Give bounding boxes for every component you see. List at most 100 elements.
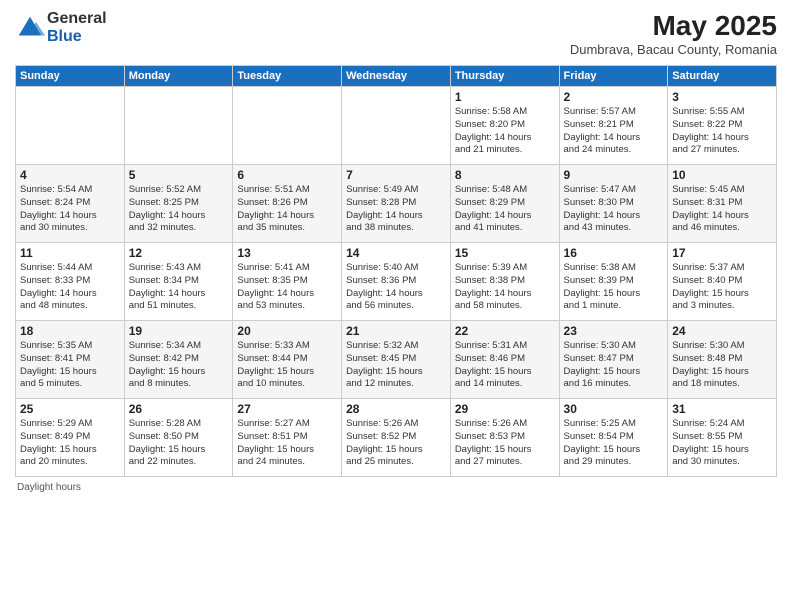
- calendar-week-0: 1Sunrise: 5:58 AM Sunset: 8:20 PM Daylig…: [16, 87, 777, 165]
- day-number: 4: [20, 168, 120, 182]
- calendar-cell: 16 Sunrise: 5:38 AM Sunset: 8:39 PM Dayli…: [559, 243, 668, 321]
- page: General Blue May 2025 Dumbrava, Bacau Co…: [0, 0, 792, 612]
- calendar-week-2: 11Sunrise: 5:44 AM Sunset: 8:33 PM Dayli…: [16, 243, 777, 321]
- col-thursday: Thursday: [450, 66, 559, 87]
- calendar-cell: 17 Sunrise: 5:37 AM Sunset: 8:40 PM Dayli…: [668, 243, 777, 321]
- calendar-cell: 24 Sunrise: 5:30 AM Sunset: 8:48 PM Dayli…: [668, 321, 777, 399]
- day-number: 19: [129, 324, 229, 338]
- day-number: 18: [20, 324, 120, 338]
- col-friday: Friday: [559, 66, 668, 87]
- day-info: Sunrise: 5:54 AM Sunset: 8:24 PM Dayligh…: [20, 184, 120, 235]
- day-number: 28: [346, 402, 446, 416]
- day-number: 29: [455, 402, 555, 416]
- day-number: 14: [346, 246, 446, 260]
- day-number: 17: [672, 246, 772, 260]
- calendar-cell: 9Sunrise: 5:47 AM Sunset: 8:30 PM Daylig…: [559, 165, 668, 243]
- calendar-cell: 26Sunrise: 5:28 AM Sunset: 8:50 PM Dayli…: [124, 399, 233, 477]
- day-info: Sunrise: 5:38 AM Sunset: 8:39 PM Dayligh…: [564, 262, 664, 313]
- day-number: 26: [129, 402, 229, 416]
- day-info: Sunrise: 5:49 AM Sunset: 8:28 PM Dayligh…: [346, 184, 446, 235]
- calendar-week-3: 18 Sunrise: 5:35 AM Sunset: 8:41 PM Dayli…: [16, 321, 777, 399]
- calendar-cell: 22 Sunrise: 5:31 AM Sunset: 8:46 PM Dayli…: [450, 321, 559, 399]
- calendar-cell: 30Sunrise: 5:25 AM Sunset: 8:54 PM Dayli…: [559, 399, 668, 477]
- header: General Blue May 2025 Dumbrava, Bacau Co…: [15, 10, 777, 57]
- day-info: Sunrise: 5:29 AM Sunset: 8:49 PM Dayligh…: [20, 418, 120, 469]
- day-info: Sunrise: 5:41 AM Sunset: 8:35 PM Dayligh…: [237, 262, 337, 313]
- calendar-week-1: 4 Sunrise: 5:54 AM Sunset: 8:24 PM Daylig…: [16, 165, 777, 243]
- day-number: 22: [455, 324, 555, 338]
- day-info: Sunrise: 5:34 AM Sunset: 8:42 PM Dayligh…: [129, 340, 229, 391]
- day-number: 25: [20, 402, 120, 416]
- day-info: Sunrise: 5:35 AM Sunset: 8:41 PM Dayligh…: [20, 340, 120, 391]
- logo-general: General: [47, 10, 107, 28]
- day-number: 12: [129, 246, 229, 260]
- calendar-cell: 19 Sunrise: 5:34 AM Sunset: 8:42 PM Dayli…: [124, 321, 233, 399]
- day-info: Sunrise: 5:30 AM Sunset: 8:48 PM Dayligh…: [672, 340, 772, 391]
- calendar-cell: 8 Sunrise: 5:48 AM Sunset: 8:29 PM Daylig…: [450, 165, 559, 243]
- day-number: 24: [672, 324, 772, 338]
- day-number: 11: [20, 246, 120, 260]
- day-info: Sunrise: 5:32 AM Sunset: 8:45 PM Dayligh…: [346, 340, 446, 391]
- logo-text: General Blue: [47, 10, 107, 45]
- calendar-cell: [342, 87, 451, 165]
- day-number: 8: [455, 168, 555, 182]
- logo-blue: Blue: [47, 28, 107, 46]
- calendar-cell: 5Sunrise: 5:52 AM Sunset: 8:25 PM Daylig…: [124, 165, 233, 243]
- day-number: 1: [455, 90, 555, 104]
- day-info: Sunrise: 5:55 AM Sunset: 8:22 PM Dayligh…: [672, 106, 772, 157]
- calendar-cell: [16, 87, 125, 165]
- day-number: 6: [237, 168, 337, 182]
- calendar-cell: 11Sunrise: 5:44 AM Sunset: 8:33 PM Dayli…: [16, 243, 125, 321]
- day-info: Sunrise: 5:40 AM Sunset: 8:36 PM Dayligh…: [346, 262, 446, 313]
- day-number: 15: [455, 246, 555, 260]
- calendar-week-4: 25 Sunrise: 5:29 AM Sunset: 8:49 PM Dayli…: [16, 399, 777, 477]
- calendar-cell: 21Sunrise: 5:32 AM Sunset: 8:45 PM Dayli…: [342, 321, 451, 399]
- day-info: Sunrise: 5:48 AM Sunset: 8:29 PM Dayligh…: [455, 184, 555, 235]
- day-info: Sunrise: 5:45 AM Sunset: 8:31 PM Dayligh…: [672, 184, 772, 235]
- day-info: Sunrise: 5:33 AM Sunset: 8:44 PM Dayligh…: [237, 340, 337, 391]
- logo-icon: [15, 13, 45, 43]
- col-saturday: Saturday: [668, 66, 777, 87]
- day-info: Sunrise: 5:31 AM Sunset: 8:46 PM Dayligh…: [455, 340, 555, 391]
- day-info: Sunrise: 5:24 AM Sunset: 8:55 PM Dayligh…: [672, 418, 772, 469]
- day-info: Sunrise: 5:37 AM Sunset: 8:40 PM Dayligh…: [672, 262, 772, 313]
- day-number: 9: [564, 168, 664, 182]
- calendar-cell: 29Sunrise: 5:26 AM Sunset: 8:53 PM Dayli…: [450, 399, 559, 477]
- day-info: Sunrise: 5:26 AM Sunset: 8:52 PM Dayligh…: [346, 418, 446, 469]
- calendar-cell: 27 Sunrise: 5:27 AM Sunset: 8:51 PM Dayli…: [233, 399, 342, 477]
- calendar-cell: 31Sunrise: 5:24 AM Sunset: 8:55 PM Dayli…: [668, 399, 777, 477]
- logo: General Blue: [15, 10, 107, 45]
- day-number: 16: [564, 246, 664, 260]
- day-info: Sunrise: 5:27 AM Sunset: 8:51 PM Dayligh…: [237, 418, 337, 469]
- day-number: 20: [237, 324, 337, 338]
- day-number: 3: [672, 90, 772, 104]
- calendar-cell: 1Sunrise: 5:58 AM Sunset: 8:20 PM Daylig…: [450, 87, 559, 165]
- day-number: 7: [346, 168, 446, 182]
- day-number: 23: [564, 324, 664, 338]
- col-wednesday: Wednesday: [342, 66, 451, 87]
- calendar-cell: [124, 87, 233, 165]
- calendar-cell: 2Sunrise: 5:57 AM Sunset: 8:21 PM Daylig…: [559, 87, 668, 165]
- calendar-cell: 25 Sunrise: 5:29 AM Sunset: 8:49 PM Dayli…: [16, 399, 125, 477]
- day-number: 30: [564, 402, 664, 416]
- day-number: 13: [237, 246, 337, 260]
- footer: Daylight hours: [15, 482, 777, 493]
- calendar-cell: 7 Sunrise: 5:49 AM Sunset: 8:28 PM Daylig…: [342, 165, 451, 243]
- calendar-cell: 4 Sunrise: 5:54 AM Sunset: 8:24 PM Daylig…: [16, 165, 125, 243]
- day-number: 27: [237, 402, 337, 416]
- title-area: May 2025 Dumbrava, Bacau County, Romania: [570, 10, 777, 57]
- calendar-cell: 12Sunrise: 5:43 AM Sunset: 8:34 PM Dayli…: [124, 243, 233, 321]
- footer-text: Daylight hours: [17, 482, 81, 493]
- col-sunday: Sunday: [16, 66, 125, 87]
- calendar-cell: 28 Sunrise: 5:26 AM Sunset: 8:52 PM Dayli…: [342, 399, 451, 477]
- day-info: Sunrise: 5:51 AM Sunset: 8:26 PM Dayligh…: [237, 184, 337, 235]
- calendar-table: Sunday Monday Tuesday Wednesday Thursday…: [15, 65, 777, 477]
- day-info: Sunrise: 5:30 AM Sunset: 8:47 PM Dayligh…: [564, 340, 664, 391]
- col-tuesday: Tuesday: [233, 66, 342, 87]
- day-info: Sunrise: 5:39 AM Sunset: 8:38 PM Dayligh…: [455, 262, 555, 313]
- calendar-cell: 10 Sunrise: 5:45 AM Sunset: 8:31 PM Dayli…: [668, 165, 777, 243]
- day-number: 10: [672, 168, 772, 182]
- calendar-cell: 13 Sunrise: 5:41 AM Sunset: 8:35 PM Dayli…: [233, 243, 342, 321]
- day-info: Sunrise: 5:57 AM Sunset: 8:21 PM Dayligh…: [564, 106, 664, 157]
- day-number: 5: [129, 168, 229, 182]
